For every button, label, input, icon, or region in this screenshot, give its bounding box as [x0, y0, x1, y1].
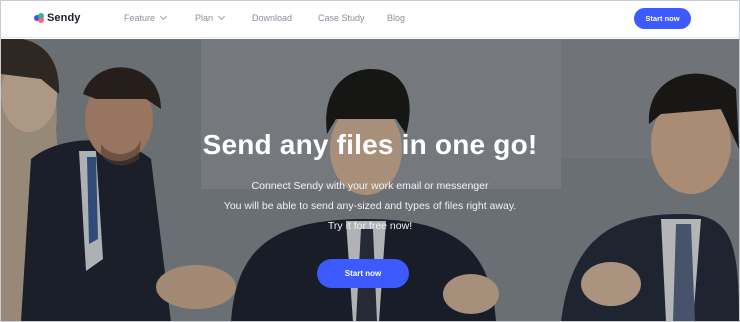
sendy-logo-icon	[34, 13, 44, 23]
nav-item-label: Download	[252, 13, 293, 23]
nav-item-label: Feature	[124, 13, 156, 23]
browser-frame: Sendy Feature Plan Download Case Study B…	[0, 0, 740, 322]
nav-start-now-button[interactable]: Start now	[634, 8, 691, 29]
hero-title: Send any files in one go!	[202, 129, 538, 160]
hero-subtitle-line-1: Connect Sendy with your work email or me…	[251, 180, 489, 192]
nav-item-label: Plan	[195, 13, 214, 23]
nav-item-label: Case Study	[318, 13, 365, 23]
brand-logo[interactable]: Sendy	[34, 12, 81, 24]
top-navigation: Sendy Feature Plan Download Case Study B…	[1, 1, 739, 38]
nav-item-plan[interactable]: Plan	[195, 12, 226, 23]
hero-subtitle-line-3: Try it for free now!	[327, 220, 413, 232]
nav-item-label: Blog	[387, 13, 406, 23]
chevron-down-icon	[159, 12, 168, 21]
hero-section: Send any files in one go! Connect Sendy …	[1, 39, 739, 321]
nav-item-download[interactable]: Download	[252, 13, 292, 23]
hero-start-now-button[interactable]: Start now	[317, 259, 409, 288]
hero-subtitle-line-2: You will be able to send any-sized and t…	[223, 200, 517, 212]
chevron-down-icon	[217, 12, 226, 21]
nav-item-case-study[interactable]: Case Study	[318, 13, 365, 23]
nav-item-feature[interactable]: Feature	[124, 12, 168, 23]
brand-name: Sendy	[47, 12, 81, 24]
nav-item-blog[interactable]: Blog	[387, 13, 405, 23]
